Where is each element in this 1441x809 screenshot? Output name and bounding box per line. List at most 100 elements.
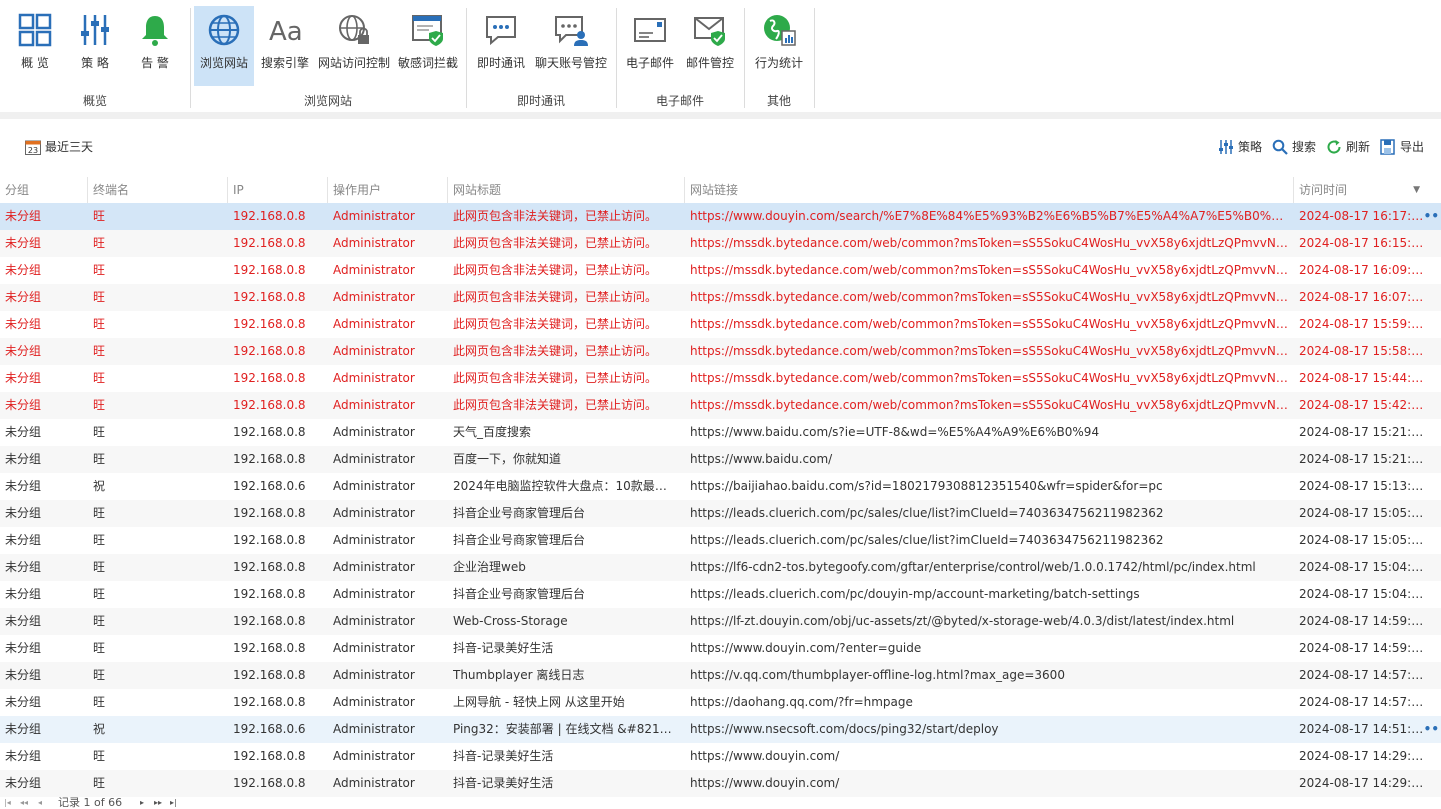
email-control-button[interactable]: 邮件管控 [682, 6, 738, 86]
table-row[interactable]: 未分组 旺 192.168.0.8 Administrator Web-Cross-St… [0, 608, 1441, 635]
browse-button[interactable]: 浏览网站 [194, 6, 254, 86]
cell-time: 2024-08-17 15:05:11 [1299, 533, 1424, 547]
cell-ip: 192.168.0.8 [233, 776, 306, 790]
cell-user: Administrator [333, 641, 415, 655]
cell-user: Administrator [333, 749, 415, 763]
cell-time: 2024-08-17 15:59:40 [1299, 317, 1424, 331]
im-label: 即时通讯 [476, 56, 525, 70]
table-row[interactable]: 未分组 旺 192.168.0.8 Administrator 抖音-记录美好生活 htt… [0, 635, 1441, 662]
table-row[interactable]: 未分组 旺 192.168.0.8 Administrator 此网页包含非法关键词，已… [0, 257, 1441, 284]
cell-terminal: 旺 [93, 371, 106, 385]
table-row[interactable]: 未分组 旺 192.168.0.8 Administrator 此网页包含非法关键词，已… [0, 365, 1441, 392]
col-header-title[interactable]: 网站标题 [448, 177, 685, 203]
col-header-ip[interactable]: IP [228, 177, 328, 203]
table-row[interactable]: 未分组 旺 192.168.0.8 Administrator 天气_百度搜索 https… [0, 419, 1441, 446]
pager-last-button[interactable]: ▸| [170, 796, 177, 809]
cell-time: 2024-08-17 15:58:29 [1299, 344, 1424, 358]
table-row[interactable]: 未分组 旺 192.168.0.8 Administrator 抖音-记录美好生活 htt… [0, 743, 1441, 770]
table-row[interactable]: 未分组 祝 192.168.0.6 Administrator Ping32：安装部署 … [0, 716, 1441, 743]
cell-group: 未分组 [5, 236, 42, 250]
col-header-time[interactable]: 访问时间 ▼ [1294, 177, 1424, 203]
stats-button[interactable]: 行为统计 [750, 6, 808, 86]
search-icon [1272, 139, 1288, 155]
cell-url: https://www.baidu.com/s?ie=UTF-8&wd=%E5%… [690, 425, 1100, 439]
col-header-terminal[interactable]: 终端名 [88, 177, 228, 203]
table-row[interactable]: 未分组 旺 192.168.0.8 Administrator 上网导航 - 轻快上网 … [0, 689, 1441, 716]
col-header-group[interactable]: 分组 [0, 177, 88, 203]
toolbar-search-button[interactable]: 搜索 [1272, 138, 1316, 155]
cell-group: 未分组 [5, 587, 42, 601]
cell-group: 未分组 [5, 641, 42, 655]
cell-ip: 192.168.0.6 [233, 479, 306, 493]
search-engine-button[interactable]: Aa 搜索引擎 [256, 6, 314, 86]
chat-account-button[interactable]: 聊天账号管控 [532, 6, 610, 86]
table-row[interactable]: 未分组 旺 192.168.0.8 Administrator 抖音企业号商家管理后台 h… [0, 527, 1441, 554]
cell-user: Administrator [333, 344, 415, 358]
col-header-url[interactable]: 网站链接 [685, 177, 1294, 203]
alarm-button[interactable]: 告 警 [128, 6, 182, 86]
site-access-button[interactable]: 网站访问控制 [316, 6, 392, 86]
table-row[interactable]: 未分组 祝 192.168.0.6 Administrator 2024年电脑监控软件大… [0, 473, 1441, 500]
cell-ip: 192.168.0.8 [233, 371, 306, 385]
table-row[interactable]: 未分组 旺 192.168.0.8 Administrator 此网页包含非法关键词，已… [0, 392, 1441, 419]
row-more-icon[interactable]: •• [1424, 203, 1439, 230]
cell-group: 未分组 [5, 452, 42, 466]
pager-next-page-button[interactable]: ▸▸ [154, 796, 162, 809]
cell-title: 此网页包含非法关键词，已禁止访问。 [453, 317, 658, 331]
cell-title: 抖音-记录美好生活 [453, 641, 554, 655]
cell-time: 2024-08-17 14:59:38 [1299, 614, 1424, 628]
table-row[interactable]: 未分组 旺 192.168.0.8 Administrator 百度一下，你就知道 htt… [0, 446, 1441, 473]
row-more-icon[interactable]: •• [1424, 716, 1439, 743]
im-button[interactable]: 即时通讯 [472, 6, 530, 86]
cell-ip: 192.168.0.8 [233, 452, 306, 466]
cell-user: Administrator [333, 425, 415, 439]
globe-icon [204, 10, 244, 50]
col-header-user[interactable]: 操作用户 [328, 177, 448, 203]
cell-user: Administrator [333, 371, 415, 385]
pager-first-button[interactable]: |◂ [4, 796, 11, 809]
cell-group: 未分组 [5, 290, 42, 304]
cell-user: Administrator [333, 506, 415, 520]
toolbar-policy-button[interactable]: 策略 [1218, 138, 1262, 155]
cell-ip: 192.168.0.8 [233, 506, 306, 520]
cell-group: 未分组 [5, 722, 42, 736]
table-row[interactable]: 未分组 旺 192.168.0.8 Administrator 此网页包含非法关键词，已… [0, 230, 1441, 257]
cell-url: https://baijiahao.baidu.com/s?id=1802179… [690, 479, 1163, 493]
pager-prev-page-button[interactable]: ◂◂ [20, 796, 28, 809]
table-row[interactable]: 未分组 旺 192.168.0.8 Administrator 抖音企业号商家管理后台 h… [0, 581, 1441, 608]
table-row[interactable]: 未分组 旺 192.168.0.8 Administrator 抖音企业号商家管理后台 h… [0, 500, 1441, 527]
pager-prev-button[interactable]: ◂ [38, 796, 42, 809]
overview-button[interactable]: 概 览 [8, 6, 62, 86]
toolbar-export-button[interactable]: 导出 [1380, 138, 1424, 155]
cell-time: 2024-08-17 14:57:52 [1299, 695, 1424, 709]
toolbar-search-label: 搜索 [1292, 140, 1317, 154]
table-row[interactable]: 未分组 旺 192.168.0.8 Administrator Thumbplayer … [0, 662, 1441, 689]
toolbar-export-label: 导出 [1400, 140, 1425, 154]
group-label-overview: 概览 [82, 94, 107, 108]
chat-account-label: 聊天账号管控 [534, 56, 607, 70]
policy-button[interactable]: 策 略 [68, 6, 122, 86]
sensitive-word-button[interactable]: 敏感词拦截 [396, 6, 460, 86]
cell-ip: 192.168.0.8 [233, 587, 306, 601]
table-row[interactable]: 未分组 旺 192.168.0.8 Administrator 抖音-记录美好生活 htt… [0, 770, 1441, 797]
cell-ip: 192.168.0.8 [233, 344, 306, 358]
bell-icon [135, 10, 175, 50]
toolbar-policy-label: 策略 [1238, 140, 1263, 154]
table-row[interactable]: 未分组 旺 192.168.0.8 Administrator 此网页包含非法关键词，已… [0, 203, 1441, 230]
cell-url: https://www.nsecsoft.com/docs/ping32/sta… [690, 722, 999, 736]
table-row[interactable]: 未分组 旺 192.168.0.8 Administrator 此网页包含非法关键词，已… [0, 338, 1441, 365]
cell-title: Thumbplayer 离线日志 [453, 668, 585, 682]
table-row[interactable]: 未分组 旺 192.168.0.8 Administrator 此网页包含非法关键词，已… [0, 311, 1441, 338]
date-range-button[interactable]: 23 最近三天 [25, 138, 93, 155]
pager-next-button[interactable]: ▸ [140, 796, 144, 809]
table-row[interactable]: 未分组 旺 192.168.0.8 Administrator 此网页包含非法关键词，已… [0, 284, 1441, 311]
cell-ip: 192.168.0.8 [233, 695, 306, 709]
toolbar-refresh-button[interactable]: 刷新 [1326, 138, 1370, 155]
cell-user: Administrator [333, 560, 415, 574]
cell-title: 上网导航 - 轻快上网 从这里开始 [453, 695, 625, 709]
cell-ip: 192.168.0.8 [233, 398, 306, 412]
email-button[interactable]: 电子邮件 [622, 6, 678, 86]
chat-user-icon [551, 10, 591, 50]
envelope-icon [630, 10, 670, 50]
table-row[interactable]: 未分组 旺 192.168.0.8 Administrator 企业治理web https… [0, 554, 1441, 581]
